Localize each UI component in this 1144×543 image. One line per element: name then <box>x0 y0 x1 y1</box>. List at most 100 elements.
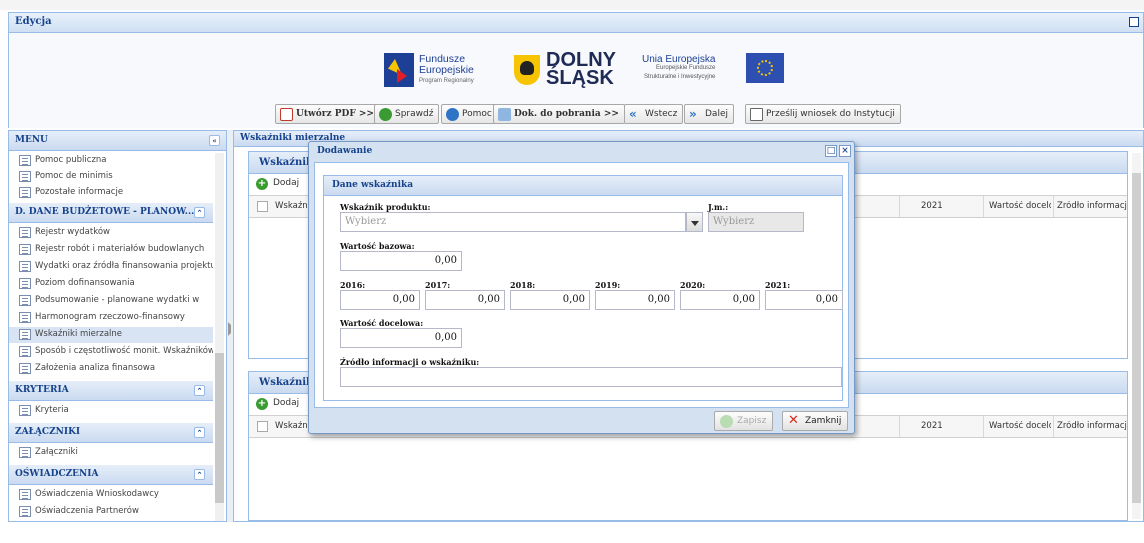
save-button[interactable]: Zapisz <box>714 411 774 431</box>
product-indicator-select[interactable]: Wybierz <box>340 212 686 232</box>
check-button[interactable]: Sprawdź <box>374 104 440 124</box>
select-all-checkbox[interactable] <box>257 201 268 212</box>
column-separator <box>899 196 900 217</box>
column-separator <box>899 416 900 437</box>
menu-item-label: Oświadczenia Wnioskodawcy <box>35 489 159 499</box>
back-label: Wstecz <box>645 109 678 119</box>
back-button[interactable]: « Wstecz <box>624 104 684 124</box>
ue-line1: Unia Europejska <box>642 54 716 65</box>
menu-item[interactable]: Harmonogram rzeczowo-finansowy <box>9 310 213 326</box>
menu-item[interactable]: Założenia analiza finansowa <box>9 361 213 377</box>
close-button[interactable]: ✕ Zamknij <box>782 411 849 431</box>
column-header[interactable]: 2021 <box>921 201 943 211</box>
menu-item[interactable]: Sposób i częstotliwość monit. Wskaźników <box>9 344 213 360</box>
year-2018-input[interactable]: 0,00 <box>510 290 590 310</box>
dialog-body: Dane wskaźnika Wskaźnik produktu: Wybier… <box>314 162 849 408</box>
menu-item[interactable]: Oświadczenia Wnioskodawcy <box>9 487 213 503</box>
add-button[interactable]: Dodaj <box>273 178 299 188</box>
year-2021-input[interactable]: 0,00 <box>765 290 843 310</box>
collapse-section-icon[interactable]: ⌃ <box>194 427 205 438</box>
create-pdf-label: Utwórz PDF >> <box>296 109 374 119</box>
menu-item-label: Kryteria <box>35 405 69 415</box>
menu-item[interactable]: Rejestr robót i materiałów budowlanych <box>9 242 213 258</box>
document-icon <box>19 346 31 357</box>
collapse-menu-icon[interactable]: « <box>209 135 220 146</box>
column-header[interactable]: Źródło informacji <box>1057 421 1127 431</box>
documents-button[interactable]: Dok. do pobrania >> <box>493 104 625 124</box>
coat-of-arms-icon <box>514 55 540 85</box>
document-icon <box>19 261 31 272</box>
menu-scrollbar[interactable] <box>215 153 224 521</box>
menu-item[interactable]: Załączniki <box>9 445 213 461</box>
send-application-label: Prześlij wniosek do Instytucji <box>766 109 895 119</box>
column-separator <box>1053 416 1054 437</box>
main-scrollbar-thumb[interactable] <box>1132 173 1141 503</box>
collapse-section-icon[interactable]: ⌃ <box>194 385 205 396</box>
year-2020-input[interactable]: 0,00 <box>680 290 760 310</box>
fieldset-title: Dane wskaźnika <box>324 176 842 196</box>
restore-icon[interactable] <box>1129 17 1139 27</box>
collapse-section-icon[interactable]: ⌃ <box>194 469 205 480</box>
add-icon: + <box>256 178 268 190</box>
target-value-input[interactable]: 0,00 <box>340 328 462 348</box>
chevron-down-icon[interactable] <box>686 212 703 232</box>
menu-item[interactable]: Wydatki oraz źródła finansowania projekt… <box>9 259 213 275</box>
year-label: 2018: <box>510 280 536 290</box>
document-icon <box>19 155 31 166</box>
column-header[interactable]: Wartość docelowa <box>989 201 1051 211</box>
menu-item-label: Rejestr robót i materiałów budowlanych <box>35 244 205 254</box>
menu-item-label: Pozostałe informacje <box>35 187 124 197</box>
menu-item[interactable]: Podsumowanie - planowane wydatki w <box>9 293 213 309</box>
menu-item[interactable]: Pomoc publiczna <box>9 153 213 169</box>
main-scrollbar[interactable] <box>1132 153 1141 519</box>
select-all-checkbox[interactable] <box>257 421 268 432</box>
slask-text: ŚLĄSK <box>546 67 614 89</box>
dolny-slask-text: DOLNY ŚLĄSK <box>546 50 616 89</box>
year-2019-input[interactable]: 0,00 <box>595 290 675 310</box>
collapse-section-icon[interactable]: ⌃ <box>194 207 205 218</box>
document-icon <box>19 405 31 416</box>
year-2017-input[interactable]: 0,00 <box>425 290 505 310</box>
menu-item[interactable]: Pozostałe informacje <box>9 185 213 201</box>
check-label: Sprawdź <box>395 109 434 119</box>
base-value-input[interactable]: 0,00 <box>340 251 462 271</box>
check-icon <box>379 108 392 121</box>
menu-item[interactable]: Kryteria <box>9 403 213 419</box>
side-menu: MENU « Pomoc publiczna Pomoc de minimis … <box>8 130 227 522</box>
year-label: 2016: <box>340 280 366 290</box>
close-icon[interactable]: × <box>839 145 851 157</box>
documents-label: Dok. do pobrania >> <box>514 109 619 119</box>
send-application-button[interactable]: Prześlij wniosek do Instytucji <box>745 104 901 124</box>
menu-item-label: Wskaźniki mierzalne <box>35 329 123 339</box>
menu-item-label: Poziom dofinansowania <box>35 278 135 288</box>
menu-item[interactable]: Rejestr wydatków <box>9 225 213 241</box>
create-pdf-button[interactable]: Utwórz PDF >> <box>275 104 380 124</box>
year-2016-input[interactable]: 0,00 <box>340 290 420 310</box>
document-icon <box>19 171 31 182</box>
unit-label: J.m.: <box>708 202 729 212</box>
add-button[interactable]: Dodaj <box>273 398 299 408</box>
window-title: Edycja <box>15 16 52 27</box>
column-header[interactable]: 2021 <box>921 421 943 431</box>
menu-section-oswiadczenia[interactable]: OŚWIADCZENIA ⌃ <box>9 465 213 485</box>
maximize-icon[interactable]: □ <box>825 145 837 157</box>
menu-item[interactable]: Oświadczenia Partnerów <box>9 504 213 520</box>
menu-section-kryteria[interactable]: KRYTERIA ⌃ <box>9 381 213 401</box>
fe-logo-icon <box>384 53 414 87</box>
menu-item[interactable]: Poziom dofinansowania <box>9 276 213 292</box>
menu-item-label: Wydatki oraz źródła finansowania projekt… <box>35 261 213 271</box>
double-chevron-left-icon: « <box>629 107 637 121</box>
year-label: 2017: <box>425 280 451 290</box>
menu-item[interactable]: Pomoc de minimis <box>9 169 213 185</box>
column-header[interactable]: Wartość docelowa <box>989 421 1051 431</box>
menu-section-d[interactable]: D. DANE BUDŻETOWE - PLANOW... ⌃ <box>9 203 213 223</box>
menu-item-label: Harmonogram rzeczowo-finansowy <box>35 312 185 322</box>
document-icon <box>19 244 31 255</box>
help-button[interactable]: Pomoc <box>441 104 498 124</box>
column-header[interactable]: Źródło informacji <box>1057 201 1127 211</box>
menu-section-zalaczniki[interactable]: ZAŁĄCZNIKI ⌃ <box>9 423 213 443</box>
next-button[interactable]: » Dalej <box>684 104 734 124</box>
source-input[interactable] <box>340 367 842 387</box>
menu-item-selected[interactable]: Wskaźniki mierzalne <box>9 327 213 343</box>
menu-scrollbar-thumb[interactable] <box>215 353 224 503</box>
